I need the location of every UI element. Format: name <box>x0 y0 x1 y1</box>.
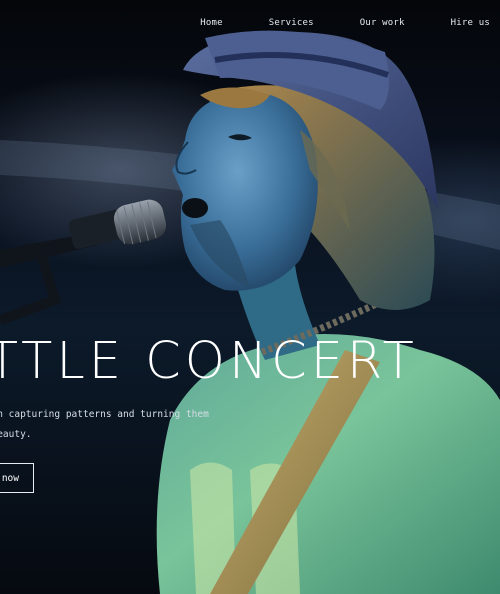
nav-item-home[interactable]: Home <box>200 18 222 28</box>
hero-section: Home Services Our work Hire us ATTLE CON… <box>0 0 500 594</box>
hero-subtitle: cialises in capturing patterns and turni… <box>0 405 260 445</box>
nav-item-hire-us[interactable]: Hire us <box>451 18 490 28</box>
cta-button[interactable]: s now <box>0 463 34 493</box>
nav-item-our-work[interactable]: Our work <box>360 18 405 28</box>
top-navigation: Home Services Our work Hire us <box>200 18 490 28</box>
hero-subtitle-line-1: cialises in capturing patterns and turni… <box>0 409 209 420</box>
hero-subtitle-line-2: ethereal beauty. <box>0 429 32 440</box>
hero-title: ATTLE CONCERT <box>0 332 418 391</box>
nav-item-services[interactable]: Services <box>269 18 314 28</box>
hero-photo-singer-at-microphone <box>0 30 500 594</box>
